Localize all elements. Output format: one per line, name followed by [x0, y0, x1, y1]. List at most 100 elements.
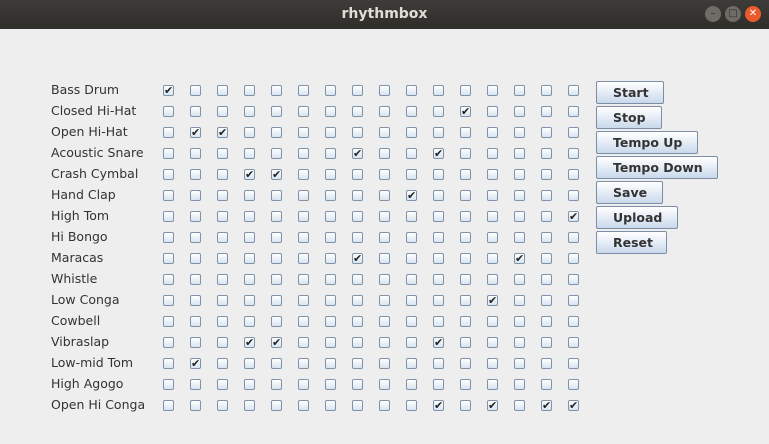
- step-checkbox[interactable]: [541, 316, 552, 327]
- step-checkbox[interactable]: [433, 253, 444, 264]
- step-checkbox[interactable]: [352, 400, 363, 411]
- step-checkbox[interactable]: [487, 316, 498, 327]
- step-checkbox[interactable]: [514, 337, 525, 348]
- step-checkbox[interactable]: ✔: [244, 337, 255, 348]
- step-checkbox[interactable]: [406, 316, 417, 327]
- step-checkbox[interactable]: [460, 316, 471, 327]
- step-checkbox[interactable]: [298, 253, 309, 264]
- step-checkbox[interactable]: [190, 274, 201, 285]
- step-checkbox[interactable]: [217, 337, 228, 348]
- stop-button[interactable]: Stop: [596, 106, 662, 129]
- step-checkbox[interactable]: [190, 316, 201, 327]
- step-checkbox[interactable]: [541, 211, 552, 222]
- step-checkbox[interactable]: [514, 211, 525, 222]
- step-checkbox[interactable]: [190, 190, 201, 201]
- step-checkbox[interactable]: ✔: [244, 169, 255, 180]
- step-checkbox[interactable]: [190, 169, 201, 180]
- step-checkbox[interactable]: [352, 190, 363, 201]
- step-checkbox[interactable]: [568, 358, 579, 369]
- step-checkbox[interactable]: [244, 232, 255, 243]
- step-checkbox[interactable]: [217, 400, 228, 411]
- step-checkbox[interactable]: [352, 85, 363, 96]
- step-checkbox[interactable]: [568, 106, 579, 117]
- step-checkbox[interactable]: [541, 127, 552, 138]
- step-checkbox[interactable]: [433, 379, 444, 390]
- step-checkbox[interactable]: [541, 169, 552, 180]
- step-checkbox[interactable]: [352, 169, 363, 180]
- step-checkbox[interactable]: [163, 337, 174, 348]
- step-checkbox[interactable]: [433, 358, 444, 369]
- step-checkbox[interactable]: [460, 274, 471, 285]
- step-checkbox[interactable]: [514, 169, 525, 180]
- step-checkbox[interactable]: [406, 211, 417, 222]
- step-checkbox[interactable]: ✔: [190, 358, 201, 369]
- step-checkbox[interactable]: [271, 379, 282, 390]
- step-checkbox[interactable]: [298, 316, 309, 327]
- step-checkbox[interactable]: [352, 106, 363, 117]
- step-checkbox[interactable]: [325, 379, 336, 390]
- step-checkbox[interactable]: ✔: [190, 127, 201, 138]
- step-checkbox[interactable]: [433, 211, 444, 222]
- step-checkbox[interactable]: [325, 127, 336, 138]
- step-checkbox[interactable]: [163, 379, 174, 390]
- step-checkbox[interactable]: [244, 106, 255, 117]
- step-checkbox[interactable]: [487, 274, 498, 285]
- step-checkbox[interactable]: [352, 232, 363, 243]
- step-checkbox[interactable]: ✔: [433, 400, 444, 411]
- step-checkbox[interactable]: [379, 253, 390, 264]
- step-checkbox[interactable]: [541, 358, 552, 369]
- step-checkbox[interactable]: [433, 85, 444, 96]
- step-checkbox[interactable]: [541, 106, 552, 117]
- step-checkbox[interactable]: ✔: [352, 148, 363, 159]
- step-checkbox[interactable]: [406, 337, 417, 348]
- step-checkbox[interactable]: [433, 127, 444, 138]
- step-checkbox[interactable]: [244, 127, 255, 138]
- step-checkbox[interactable]: [298, 211, 309, 222]
- step-checkbox[interactable]: [460, 85, 471, 96]
- step-checkbox[interactable]: [568, 274, 579, 285]
- step-checkbox[interactable]: [298, 190, 309, 201]
- step-checkbox[interactable]: [325, 295, 336, 306]
- step-checkbox[interactable]: [298, 337, 309, 348]
- step-checkbox[interactable]: [460, 148, 471, 159]
- step-checkbox[interactable]: [325, 85, 336, 96]
- step-checkbox[interactable]: [460, 169, 471, 180]
- step-checkbox[interactable]: [514, 295, 525, 306]
- step-checkbox[interactable]: [379, 337, 390, 348]
- step-checkbox[interactable]: ✔: [568, 400, 579, 411]
- step-checkbox[interactable]: [460, 337, 471, 348]
- step-checkbox[interactable]: [244, 274, 255, 285]
- close-icon[interactable]: ✕: [745, 6, 761, 22]
- step-checkbox[interactable]: [487, 169, 498, 180]
- step-checkbox[interactable]: [190, 232, 201, 243]
- step-checkbox[interactable]: [271, 358, 282, 369]
- step-checkbox[interactable]: ✔: [433, 148, 444, 159]
- step-checkbox[interactable]: [568, 379, 579, 390]
- step-checkbox[interactable]: [379, 190, 390, 201]
- step-checkbox[interactable]: [271, 400, 282, 411]
- step-checkbox[interactable]: [163, 253, 174, 264]
- step-checkbox[interactable]: [541, 85, 552, 96]
- step-checkbox[interactable]: [514, 127, 525, 138]
- step-checkbox[interactable]: [271, 274, 282, 285]
- step-checkbox[interactable]: ✔: [541, 400, 552, 411]
- step-checkbox[interactable]: [568, 337, 579, 348]
- step-checkbox[interactable]: [460, 379, 471, 390]
- step-checkbox[interactable]: [217, 85, 228, 96]
- step-checkbox[interactable]: [271, 190, 282, 201]
- step-checkbox[interactable]: [325, 232, 336, 243]
- step-checkbox[interactable]: [406, 295, 417, 306]
- step-checkbox[interactable]: [406, 400, 417, 411]
- step-checkbox[interactable]: [514, 274, 525, 285]
- step-checkbox[interactable]: [514, 358, 525, 369]
- step-checkbox[interactable]: [433, 190, 444, 201]
- step-checkbox[interactable]: [568, 253, 579, 264]
- step-checkbox[interactable]: [217, 232, 228, 243]
- step-checkbox[interactable]: [406, 148, 417, 159]
- step-checkbox[interactable]: [217, 148, 228, 159]
- minimize-icon[interactable]: –: [705, 6, 721, 22]
- step-checkbox[interactable]: [379, 127, 390, 138]
- step-checkbox[interactable]: [190, 148, 201, 159]
- step-checkbox[interactable]: [271, 85, 282, 96]
- step-checkbox[interactable]: [298, 169, 309, 180]
